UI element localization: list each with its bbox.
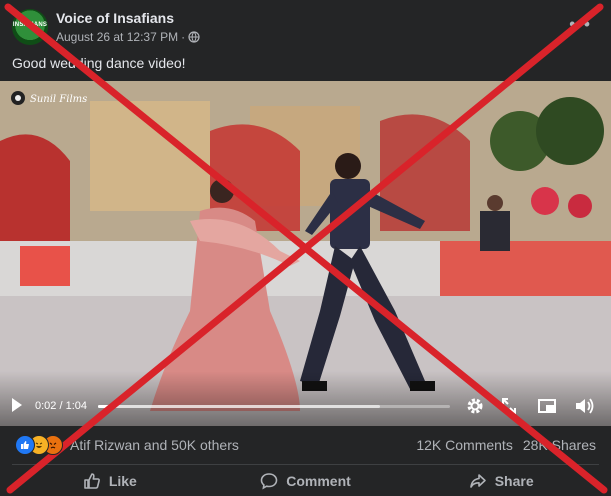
comments-count[interactable]: 12K Comments <box>416 437 512 453</box>
played-bar <box>98 405 109 408</box>
avatar-text: INSAFIANS <box>12 22 48 28</box>
more-options-button[interactable]: ••• <box>569 14 591 35</box>
post-actions: Like Comment Share <box>12 466 599 496</box>
post-caption: Good wedding dance video! <box>12 55 186 71</box>
video-player[interactable]: Sunil Films 0:02 / 1:04 <box>0 81 611 426</box>
picture-in-picture-icon[interactable] <box>537 396 557 416</box>
thumbs-up-icon <box>84 473 100 489</box>
action-divider <box>12 464 599 465</box>
page-avatar[interactable]: INSAFIANS <box>12 9 48 45</box>
progress-bar[interactable] <box>98 405 450 408</box>
meta-separator: · <box>181 30 186 44</box>
like-reaction-icon <box>15 435 35 455</box>
post-meta: August 26 at 12:37 PM · <box>56 30 200 44</box>
comment-button[interactable]: Comment <box>208 466 404 496</box>
watermark: Sunil Films <box>11 91 87 105</box>
duration: 1:04 <box>65 400 88 412</box>
video-frame: Sunil Films <box>0 81 611 426</box>
share-button[interactable]: Share <box>403 466 599 496</box>
share-arrow-icon <box>469 474 486 488</box>
comment-label: Comment <box>286 473 351 489</box>
share-label: Share <box>494 473 534 489</box>
reactions-bar: Atif Rizwan and 50K others 12K Comments … <box>0 426 611 464</box>
video-time: 0:02 / 1:04 <box>35 400 87 412</box>
reactors-text[interactable]: Atif Rizwan and 50K others <box>70 437 239 453</box>
fullscreen-icon[interactable] <box>500 396 518 416</box>
volume-icon[interactable] <box>574 396 596 416</box>
shares-count[interactable]: 28K Shares <box>523 437 596 453</box>
reaction-icons[interactable] <box>15 435 73 455</box>
post-stats: 12K Comments 28K Shares <box>416 437 596 453</box>
current-time: 0:02 <box>35 400 57 412</box>
comment-bubble-icon <box>260 473 278 490</box>
page-name-link[interactable]: Voice of Insafians <box>56 10 174 26</box>
post-header: INSAFIANS Voice of Insafians August 26 a… <box>0 0 611 48</box>
post-timestamp[interactable]: August 26 at 12:37 PM <box>56 30 178 44</box>
settings-gear-icon[interactable] <box>465 396 485 416</box>
play-icon[interactable] <box>10 395 24 415</box>
video-controls: 0:02 / 1:04 <box>0 386 611 426</box>
buffered-bar <box>98 405 380 408</box>
like-button[interactable]: Like <box>12 466 208 496</box>
globe-icon <box>188 31 200 43</box>
time-separator: / <box>56 400 66 412</box>
watermark-text: Sunil Films <box>30 94 87 105</box>
like-label: Like <box>108 473 137 489</box>
